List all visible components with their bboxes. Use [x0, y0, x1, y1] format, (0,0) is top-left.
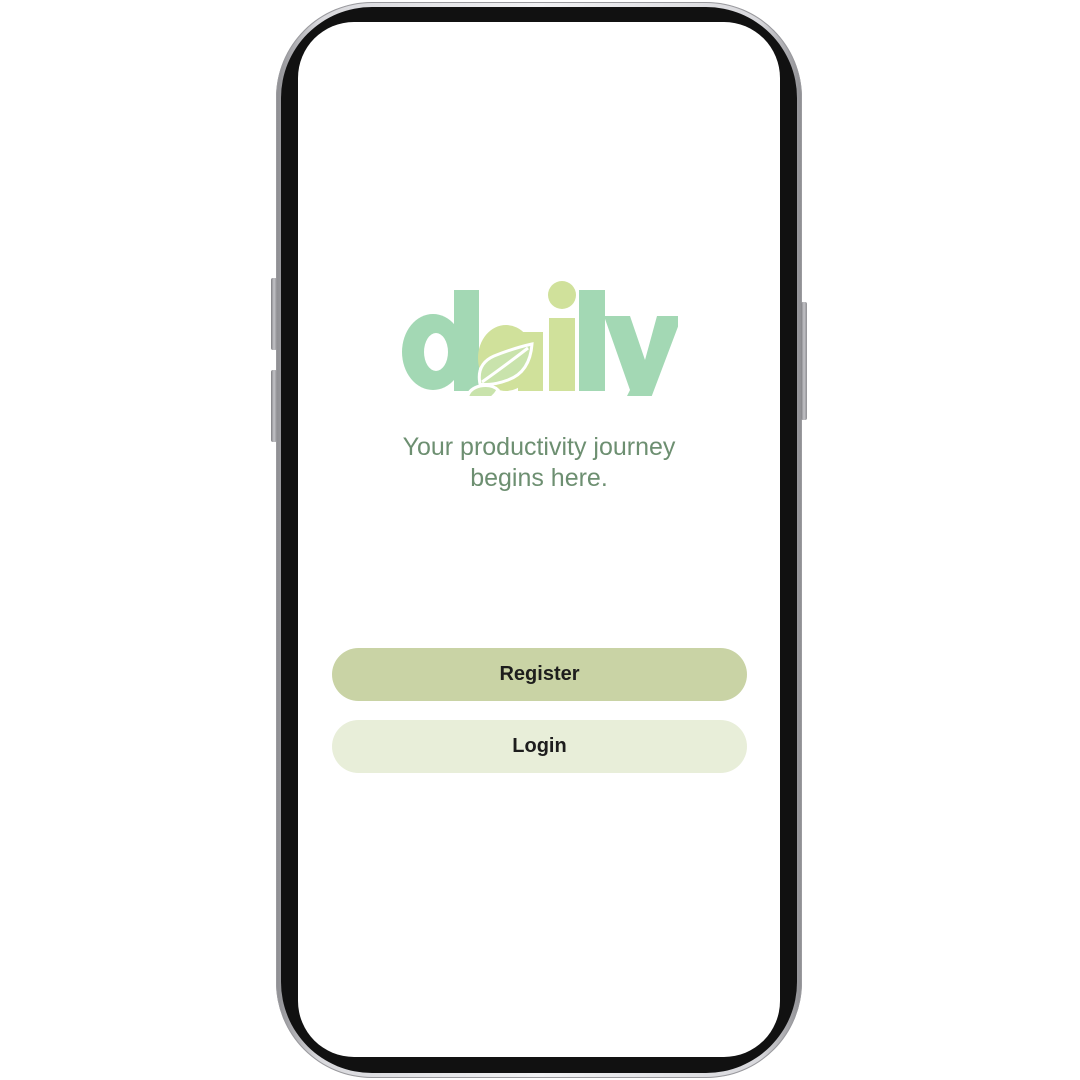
logo-letter-l — [579, 290, 605, 391]
volume-up-button — [271, 278, 277, 350]
volume-down-button — [271, 370, 277, 442]
tagline-line-2: begins here. — [470, 464, 608, 492]
app-screen: daily Your productivity jo — [298, 22, 780, 1057]
tagline: Your productivity journey begins here. — [358, 432, 720, 494]
logo-letter-d-stem — [454, 290, 479, 391]
tagline-line-1: Your productivity journey — [402, 433, 676, 461]
power-button — [801, 302, 807, 420]
logo-letter-y — [604, 316, 678, 396]
logo-letter-i-dot — [548, 281, 576, 309]
login-button[interactable]: Login — [332, 720, 747, 773]
register-button[interactable]: Register — [332, 648, 747, 701]
logo-letter-i-stem — [549, 318, 575, 391]
daily-logo: daily — [398, 256, 678, 396]
